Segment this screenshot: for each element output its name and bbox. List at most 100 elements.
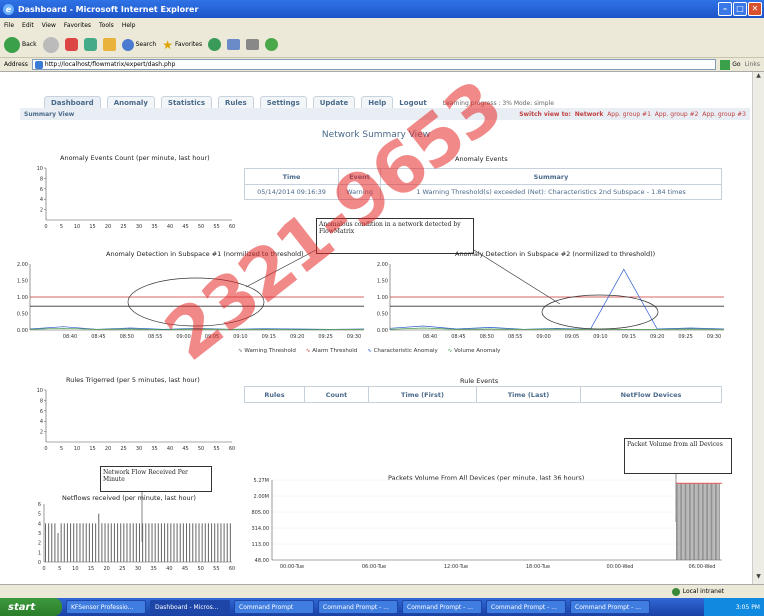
task-cmd-3[interactable]: Command Prompt - ... — [402, 600, 482, 614]
task-dashboard[interactable]: Dashboard - Micros... — [150, 600, 230, 614]
bar — [679, 483, 681, 560]
legend-characteristic: ∿ Characteristic Anomaly — [367, 348, 438, 354]
rules-triggered-chart: 2 4 6 8 10 0 5 10 15 20 25 30 35 40 45 50 55 60 — [37, 388, 236, 452]
anomaly-count-title: Anomaly Events Count (per minute, last h… — [60, 154, 210, 162]
history-button[interactable] — [208, 38, 222, 51]
menu-help[interactable]: Help — [122, 22, 136, 29]
x-tick-label: 15 — [88, 566, 94, 572]
system-tray: 3:05 PM — [704, 598, 764, 616]
close-button[interactable]: ✕ — [748, 2, 762, 16]
task-kfsensor[interactable]: KFSensor Professio... — [66, 600, 146, 614]
bar — [676, 483, 677, 560]
bar — [698, 483, 699, 560]
address-input[interactable]: http://localhost/flowmatrix/expert/dash.… — [31, 59, 717, 70]
rule-events-title: Rule Events — [460, 377, 499, 385]
stop-button[interactable] — [64, 38, 78, 51]
switch-app-group-2[interactable]: App. group #2 — [655, 111, 699, 118]
y-tick-label: 0.00 — [17, 328, 28, 334]
bar — [73, 523, 75, 562]
bar — [173, 523, 175, 562]
switch-network[interactable]: Network — [575, 111, 604, 118]
x-tick-label: 08:50 — [120, 334, 134, 340]
links-button[interactable]: Links — [745, 61, 764, 68]
bar — [695, 483, 697, 560]
print-button[interactable] — [246, 39, 260, 50]
bar — [63, 523, 65, 562]
x-tick-label: 30 — [136, 224, 142, 230]
task-cmd-4[interactable]: Command Prompt - ... — [486, 600, 566, 614]
mail-button[interactable] — [227, 39, 241, 50]
bar — [186, 523, 187, 562]
bar — [176, 523, 178, 562]
switch-app-group-3[interactable]: App. group #3 — [702, 111, 746, 118]
scroll-down-icon[interactable]: ▼ — [753, 573, 764, 584]
y-tick-label: 10 — [37, 166, 43, 172]
bar — [51, 523, 53, 562]
x-tick-label: 09:05 — [565, 334, 579, 340]
anomaly-count-chart: 2 4 6 8 10 0 5 10 15 20 25 30 35 40 45 50 55 60 — [37, 166, 236, 230]
x-tick-label: 20 — [103, 566, 109, 572]
menu-tools[interactable]: Tools — [99, 22, 114, 29]
y-tick-label: 2 — [38, 541, 41, 547]
x-tick-label: 09:25 — [318, 334, 332, 340]
x-tick-label: 60 — [229, 224, 235, 230]
bar — [703, 483, 705, 560]
search-button[interactable]: Search — [121, 38, 156, 51]
bar — [691, 483, 693, 560]
x-tick-label: 0 — [42, 566, 45, 572]
x-tick-label: 45 — [182, 566, 188, 572]
switch-app-group-1[interactable]: App. group #1 — [607, 111, 651, 118]
y-tick-label: 4 — [38, 521, 41, 527]
bar — [716, 483, 718, 560]
search-icon — [121, 38, 134, 51]
bar — [129, 523, 131, 562]
y-tick-label: 2 — [40, 208, 43, 214]
menu-favorites[interactable]: Favorites — [64, 22, 91, 29]
refresh-button[interactable] — [83, 38, 97, 51]
x-tick-label: 0 — [44, 446, 47, 452]
sub-bar: Summary View Switch view to: Network App… — [20, 108, 750, 120]
menu-view[interactable]: View — [42, 22, 56, 29]
task-cmd-2[interactable]: Command Prompt - ... — [318, 600, 398, 614]
back-button[interactable]: Back — [4, 36, 37, 53]
x-tick-label: 08:45 — [451, 334, 465, 340]
favorites-button[interactable]: ★ Favorites — [162, 38, 202, 52]
maximize-button[interactable]: □ — [733, 2, 747, 16]
menu-edit[interactable]: Edit — [22, 22, 34, 29]
messenger-button[interactable] — [265, 38, 279, 51]
bar — [677, 483, 679, 560]
zone-indicator: Local intranet — [671, 587, 724, 596]
start-button[interactable]: start — [0, 598, 62, 616]
series-line-characteristic-anomaly — [389, 268, 725, 330]
ie-logo-icon: e — [3, 3, 14, 15]
menu-file[interactable]: File — [4, 22, 14, 29]
bar — [82, 523, 84, 562]
x-tick-label: 08:55 — [508, 334, 522, 340]
mail-icon — [227, 39, 241, 50]
taskbar: start KFSensor Professio... Dashboard - … — [0, 598, 764, 616]
scroll-up-icon[interactable]: ▲ — [753, 72, 764, 83]
x-tick-label: 09:25 — [678, 334, 692, 340]
home-button[interactable] — [102, 38, 116, 51]
task-cmd-5[interactable]: Command Prompt - ... — [570, 600, 650, 614]
bar — [154, 523, 156, 562]
bar — [92, 523, 93, 562]
bar — [104, 523, 106, 562]
packets-chart: 48.00 113.00 314.00 805.00 2.00M 5.27M 00:00-T… — [252, 478, 722, 570]
vertical-scrollbar[interactable]: ▲ ▼ — [752, 72, 764, 584]
y-tick-label: 5.27M — [254, 478, 269, 484]
callout-netflow: Network Flow Received Per Minute — [100, 466, 212, 492]
bar — [705, 483, 707, 560]
bar — [687, 483, 689, 560]
window-title: Dashboard - Microsoft Internet Explorer — [18, 4, 199, 14]
callout-packet-volume: Packet Volume from all Devices — [624, 438, 732, 474]
bar — [170, 523, 172, 562]
task-cmd-1[interactable]: Command Prompt — [234, 600, 314, 614]
x-tick-label: 45 — [182, 446, 188, 452]
y-tick-label: 2.00M — [254, 494, 269, 500]
minimize-button[interactable]: – — [718, 2, 732, 16]
x-tick-label: 00:00-Wed — [607, 564, 634, 570]
forward-button[interactable] — [42, 36, 59, 53]
go-button[interactable]: Go — [720, 59, 741, 70]
col-rules: Rules — [244, 386, 305, 403]
